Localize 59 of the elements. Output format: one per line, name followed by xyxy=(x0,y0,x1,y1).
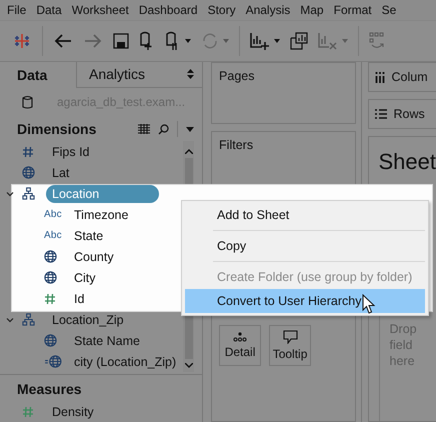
string-type-label: Abc xyxy=(44,209,62,220)
list-view-icon[interactable] xyxy=(138,124,150,134)
columns-icon xyxy=(374,72,384,82)
hierarchy-icon xyxy=(22,187,35,200)
field-pill[interactable]: Lat xyxy=(46,164,76,182)
caret-icon[interactable] xyxy=(185,39,191,43)
scroll-down-icon[interactable] xyxy=(184,363,193,368)
rows-shelf[interactable]: Rows xyxy=(368,99,436,129)
pane-tab[interactable]: Data xyxy=(0,62,76,88)
card-title: Pages xyxy=(219,69,254,83)
field-pill[interactable]: Location_Zip xyxy=(46,310,130,329)
field-pill[interactable]: Location xyxy=(46,184,160,203)
marks-button[interactable]: Detail xyxy=(219,325,262,366)
pane-tab[interactable]: Analytics xyxy=(76,62,202,88)
marks-button[interactable]: Tooltip xyxy=(269,325,312,366)
rows-icon xyxy=(374,109,386,119)
menu-item[interactable]: Analysis xyxy=(246,3,290,17)
field-pill[interactable]: Density xyxy=(46,402,100,420)
context-menu-item[interactable]: Copy xyxy=(182,234,428,258)
chevron-icon[interactable] xyxy=(6,190,14,198)
search-icon[interactable] xyxy=(158,124,170,135)
field-pill[interactable]: Id xyxy=(68,290,90,308)
hierarchy-icon xyxy=(22,313,35,326)
dropdown-caret-icon[interactable] xyxy=(186,126,194,132)
card-title: Filters xyxy=(219,138,254,152)
up-down-arrows-icon[interactable] xyxy=(187,69,194,80)
field-pill[interactable]: County xyxy=(68,248,120,266)
field-pill[interactable]: city (Location_Zip) xyxy=(68,352,182,371)
pointer-cursor-icon xyxy=(362,294,376,315)
menu-item[interactable]: Map xyxy=(300,3,324,17)
menu-item[interactable]: Story xyxy=(208,3,236,17)
menu-item[interactable]: File xyxy=(7,3,26,17)
speech-bubble-icon xyxy=(282,330,298,344)
database-icon xyxy=(22,94,33,109)
section-title: Dimensions xyxy=(17,121,98,138)
menu-item[interactable]: Se xyxy=(382,3,396,17)
section-title: Measures xyxy=(17,381,83,398)
scroll-up-icon[interactable] xyxy=(184,149,193,154)
caret-icon[interactable] xyxy=(274,39,280,43)
columns-shelf[interactable]: Colum xyxy=(368,62,436,92)
menu-item[interactable]: Data xyxy=(36,3,62,17)
context-menu-item[interactable]: Add to Sheet xyxy=(182,203,428,227)
field-pill[interactable]: Timezone xyxy=(68,206,134,224)
context-menu-item[interactable]: Convert to User Hierarchy xyxy=(185,289,425,313)
back-arrow-icon[interactable] xyxy=(53,33,73,49)
duplicate-chart-icon[interactable] xyxy=(290,32,308,50)
field-pill[interactable]: Fips Id xyxy=(46,142,96,161)
menu-item[interactable]: Format xyxy=(334,3,372,17)
logo-icon[interactable] xyxy=(12,31,32,51)
detail-dots-icon xyxy=(233,332,248,342)
menu-item[interactable]: Dashboard xyxy=(138,3,198,17)
save-icon[interactable] xyxy=(113,33,129,49)
new-chart-icon[interactable] xyxy=(250,31,270,51)
field-pill[interactable]: City xyxy=(68,268,102,287)
sheet-title: Sheet xyxy=(378,149,436,175)
string-type-label: Abc xyxy=(44,230,62,242)
field-pill[interactable]: State Name xyxy=(68,332,146,350)
field-pill[interactable]: State xyxy=(68,226,110,245)
menu-item[interactable]: Worksheet xyxy=(72,3,129,17)
